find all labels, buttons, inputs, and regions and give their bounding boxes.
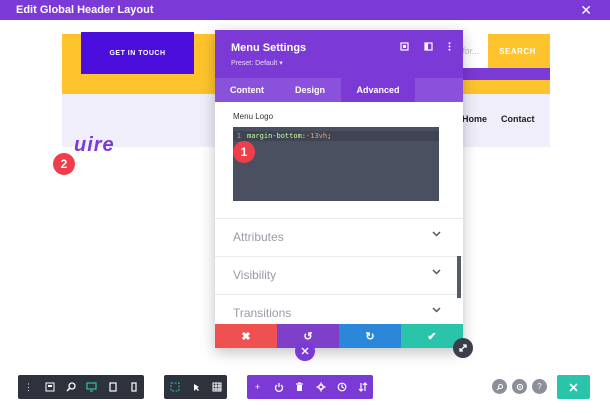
tablet-view-icon[interactable]	[102, 375, 123, 399]
click-mode-icon[interactable]	[185, 375, 206, 399]
wireframe-icon[interactable]	[39, 375, 60, 399]
collapse-icon[interactable]	[295, 341, 315, 361]
code-property: margin-bottom:	[247, 132, 307, 140]
toggle-visibility[interactable]: Visibility	[215, 256, 463, 293]
window-title: Edit Global Header Layout	[16, 4, 154, 16]
toggle-label: Attributes	[233, 230, 284, 244]
close-icon[interactable]: ✕	[580, 2, 592, 19]
nav-link-contact[interactable]: Contact	[501, 114, 535, 124]
css-code-editor[interactable]: 1 margin-bottom: -13vh ;	[233, 127, 439, 201]
history-icon[interactable]	[331, 375, 352, 399]
window-title-bar: Edit Global Header Layout ✕	[0, 0, 610, 20]
add-icon[interactable]: +	[247, 375, 268, 399]
step-badge-2: 2	[53, 153, 75, 175]
search-input[interactable]: for...	[460, 34, 488, 68]
redo-button[interactable]: ↻	[339, 324, 401, 348]
menu-logo[interactable]: uire	[74, 134, 115, 157]
resize-icon[interactable]	[453, 338, 473, 358]
more-options-icon[interactable]: ⋮	[18, 375, 39, 399]
tab-content[interactable]: Content	[215, 78, 279, 102]
save-page-button[interactable]	[557, 375, 590, 399]
line-number: 1	[236, 132, 241, 140]
select-area-icon[interactable]	[164, 375, 185, 399]
power-icon[interactable]	[268, 375, 289, 399]
more-options-icon[interactable]	[448, 42, 451, 53]
tab-design[interactable]: Design	[279, 78, 341, 102]
toggle-label: Visibility	[233, 268, 277, 282]
code-line: 1 margin-bottom: -13vh ;	[233, 131, 439, 141]
expand-icon[interactable]	[400, 42, 409, 53]
field-label: Menu Logo	[233, 112, 274, 121]
code-value: -13vh	[306, 132, 328, 140]
phone-view-icon[interactable]	[123, 375, 144, 399]
chevron-down-icon	[432, 305, 441, 316]
grid-mode-icon[interactable]	[206, 375, 227, 399]
search-icon[interactable]	[492, 379, 507, 394]
toggle-label: Transitions	[233, 306, 292, 320]
step-badge-1: 1	[233, 141, 255, 163]
modal-header-icons	[400, 42, 451, 53]
code-semicolon: ;	[327, 132, 332, 140]
page-toolbar: +	[247, 375, 373, 399]
settings-gear-icon[interactable]	[310, 375, 331, 399]
layers-icon[interactable]	[512, 379, 527, 394]
modal-header: Menu Settings Preset: Default ▾	[215, 30, 463, 78]
modal-scrollbar[interactable]	[457, 256, 461, 298]
modal-title: Menu Settings	[231, 42, 307, 54]
modal-action-bar: ✖ ↺ ↻ ✔	[215, 324, 463, 348]
get-in-touch-button[interactable]: GET IN TOUCH	[81, 32, 194, 74]
desktop-view-icon[interactable]	[81, 375, 102, 399]
search-module[interactable]: for... SEARCH	[460, 34, 547, 68]
select-toolbar	[164, 375, 227, 399]
header-accent-strip	[460, 68, 550, 80]
tab-advanced[interactable]: Advanced	[341, 78, 415, 102]
chevron-down-icon	[432, 267, 441, 278]
modal-tabs: Content Design Advanced	[215, 78, 463, 102]
split-view-icon[interactable]	[424, 42, 433, 53]
help-icon[interactable]: ?	[532, 379, 547, 394]
modal-body: Menu Logo 1 margin-bottom: -13vh ; Attri…	[215, 102, 463, 332]
trash-icon[interactable]	[289, 375, 310, 399]
portability-icon[interactable]	[352, 375, 373, 399]
menu-settings-modal: Menu Settings Preset: Default ▾ Content …	[215, 30, 463, 348]
nav-link-home[interactable]: Home	[462, 114, 487, 124]
view-toolbar: ⋮	[18, 375, 144, 399]
preset-selector[interactable]: Preset: Default ▾	[231, 59, 283, 67]
toggle-attributes[interactable]: Attributes	[215, 218, 463, 255]
chevron-down-icon	[432, 229, 441, 240]
search-button[interactable]: SEARCH	[488, 34, 547, 68]
zoom-icon[interactable]	[60, 375, 81, 399]
cancel-button[interactable]: ✖	[215, 324, 277, 348]
